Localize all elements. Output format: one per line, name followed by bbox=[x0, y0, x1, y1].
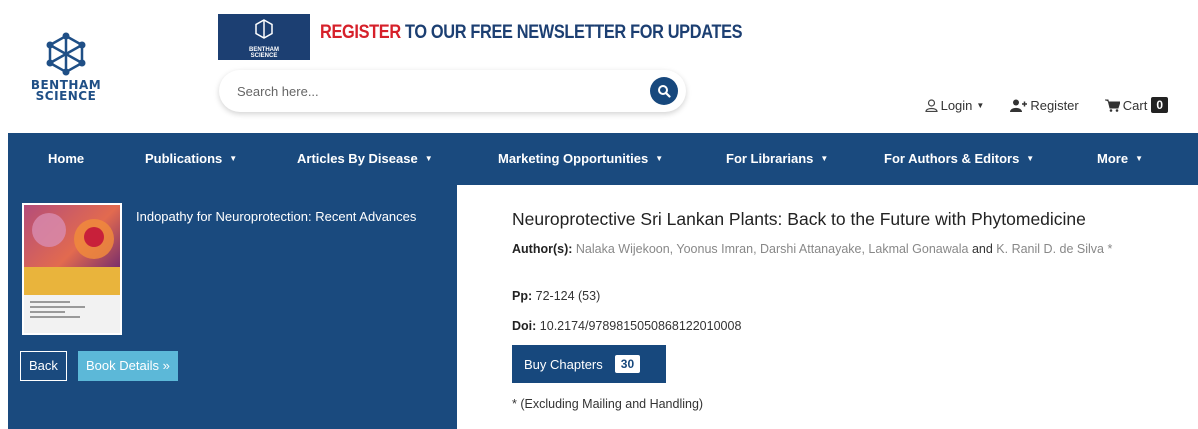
nav-for-authors-editors[interactable]: For Authors & Editors ▼ bbox=[884, 151, 1034, 166]
book-title[interactable]: Indopathy for Neuroprotection: Recent Ad… bbox=[136, 209, 416, 224]
nav-articles-by-disease[interactable]: Articles By Disease ▼ bbox=[297, 151, 433, 166]
caret-down-icon: ▼ bbox=[976, 100, 985, 110]
authors-label: Author(s): bbox=[512, 242, 573, 256]
caret-down-icon: ▼ bbox=[229, 154, 238, 163]
caret-down-icon: ▼ bbox=[1135, 154, 1143, 163]
nav-home[interactable]: Home bbox=[48, 151, 84, 166]
nav-publications-label: Publications bbox=[145, 151, 223, 166]
cover-circle bbox=[84, 227, 104, 247]
book-details-button[interactable]: Book Details » bbox=[78, 351, 178, 381]
buy-price-badge: 30 bbox=[614, 355, 641, 373]
price-note: * (Excluding Mailing and Handling) bbox=[512, 397, 704, 411]
banner-text: REGISTER TO OUR FREE NEWSLETTER FOR UPDA… bbox=[320, 22, 743, 44]
nav-for-authors-editors-label: For Authors & Editors bbox=[884, 151, 1020, 166]
buy-chapters-button[interactable]: Buy Chapters 30 bbox=[512, 345, 666, 383]
caret-down-icon: ▼ bbox=[424, 154, 433, 163]
cover-artwork bbox=[24, 205, 120, 267]
logo-text: BENTHAM SCIENCE bbox=[18, 79, 114, 103]
authors-and: and bbox=[971, 242, 993, 256]
register-link[interactable]: Register bbox=[1010, 97, 1079, 113]
book-cover-image[interactable] bbox=[22, 203, 122, 335]
login-link[interactable]: Login ▼ bbox=[924, 97, 985, 113]
book-sidebar: Indopathy for Neuroprotection: Recent Ad… bbox=[8, 185, 457, 429]
chapter-details: Neuroprotective Sri Lankan Plants: Back … bbox=[457, 185, 1198, 429]
register-label: Register bbox=[1030, 97, 1079, 113]
caret-down-icon: ▼ bbox=[820, 154, 829, 163]
newsletter-banner[interactable]: BENTHAM SCIENCE REGISTER TO OUR FREE NEW… bbox=[218, 14, 743, 60]
user-links: Login ▼ Register Cart 0 bbox=[899, 95, 1168, 115]
nav-more-label: More bbox=[1097, 151, 1129, 166]
nav-for-librarians[interactable]: For Librarians ▼ bbox=[726, 151, 828, 166]
user-icon bbox=[924, 98, 938, 112]
cart-count-badge: 0 bbox=[1151, 97, 1168, 113]
back-button[interactable]: Back bbox=[20, 351, 67, 381]
caret-down-icon: ▼ bbox=[1026, 154, 1035, 163]
doi-value[interactable]: 10.2174/9789815050868122010008 bbox=[540, 319, 742, 333]
chapter-doi: Doi: 10.2174/9789815050868122010008 bbox=[512, 319, 741, 333]
search-icon bbox=[658, 85, 671, 98]
chapter-pages: Pp: 72-124 (53) bbox=[512, 289, 600, 303]
molecule-icon bbox=[255, 19, 273, 39]
logo-line-2: SCIENCE bbox=[35, 89, 97, 103]
nav-more[interactable]: More ▼ bbox=[1097, 151, 1143, 166]
pages-label: Pp: bbox=[512, 289, 533, 303]
cover-band bbox=[24, 267, 120, 295]
cover-text-lines bbox=[30, 301, 90, 321]
cover-circle bbox=[32, 213, 66, 247]
login-label: Login bbox=[940, 97, 973, 113]
bentham-logo[interactable]: BENTHAM SCIENCE bbox=[18, 32, 114, 108]
site-header: BENTHAM SCIENCE BENTHAM SCIENCE REGISTER… bbox=[0, 0, 1198, 133]
nav-home-label: Home bbox=[48, 151, 85, 166]
doi-label: Doi: bbox=[512, 319, 537, 333]
chapter-title: Neuroprotective Sri Lankan Plants: Back … bbox=[512, 209, 1086, 229]
molecule-icon bbox=[46, 32, 86, 76]
cart-label: Cart bbox=[1122, 97, 1148, 113]
nav-marketing-opportunities[interactable]: Marketing Opportunities ▼ bbox=[498, 151, 663, 166]
banner-logo-line-2: SCIENCE bbox=[250, 53, 278, 59]
search-button[interactable] bbox=[650, 77, 678, 105]
chapter-authors: Author(s): Nalaka Wijekoon, Yoonus Imran… bbox=[512, 239, 1172, 259]
nav-for-librarians-label: For Librarians bbox=[726, 151, 814, 166]
pages-value: 72-124 (53) bbox=[535, 289, 601, 303]
search-box bbox=[219, 70, 686, 112]
nav-publications[interactable]: Publications ▼ bbox=[145, 151, 237, 166]
authors-last[interactable]: K. Ranil D. de Silva * bbox=[996, 242, 1112, 256]
authors-list[interactable]: Nalaka Wijekoon, Yoonus Imran, Darshi At… bbox=[576, 242, 969, 256]
cart-icon bbox=[1104, 99, 1120, 112]
banner-text-highlight: REGISTER bbox=[320, 22, 401, 43]
nav-marketing-opportunities-label: Marketing Opportunities bbox=[498, 151, 649, 166]
caret-down-icon: ▼ bbox=[655, 154, 664, 163]
banner-logo: BENTHAM SCIENCE bbox=[218, 14, 310, 60]
buy-chapters-label: Buy Chapters bbox=[524, 356, 603, 372]
search-input[interactable] bbox=[237, 70, 637, 112]
cart-link[interactable]: Cart 0 bbox=[1104, 97, 1168, 113]
nav-articles-by-disease-label: Articles By Disease bbox=[297, 151, 418, 166]
banner-text-rest: TO OUR FREE NEWSLETTER FOR UPDATES bbox=[400, 22, 743, 43]
banner-logo-text: BENTHAM SCIENCE bbox=[218, 47, 310, 59]
main-nav: Home Publications ▼ Articles By Disease ▼ … bbox=[8, 133, 1198, 185]
add-user-icon bbox=[1010, 99, 1028, 112]
